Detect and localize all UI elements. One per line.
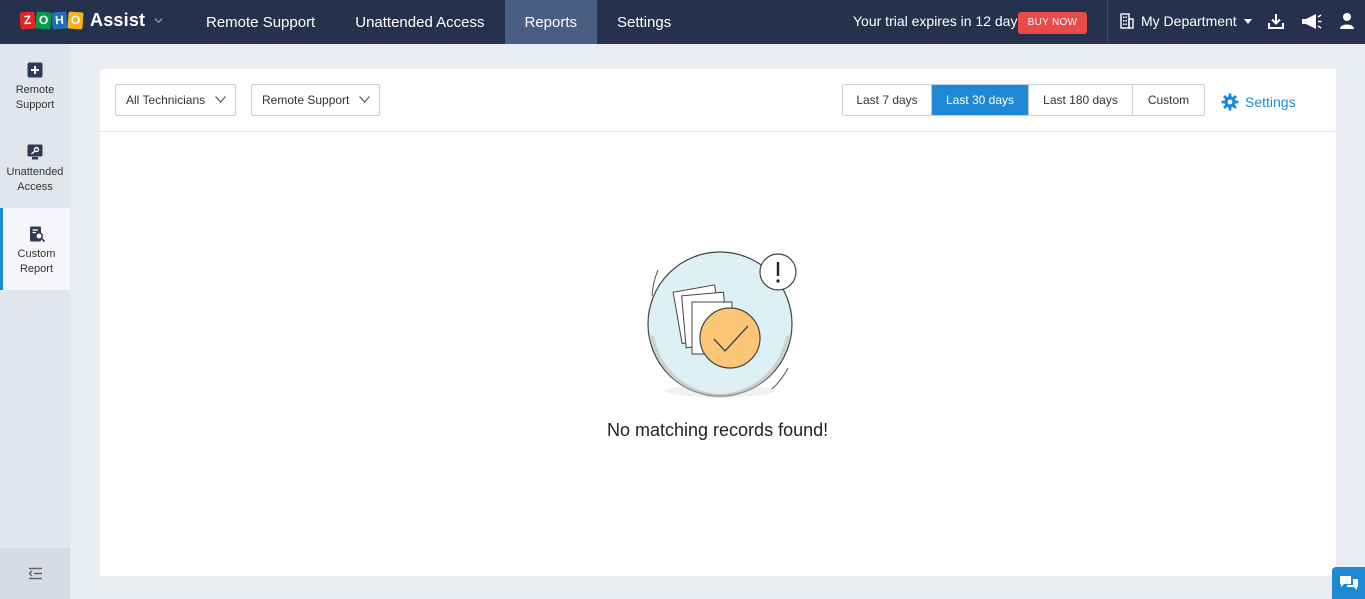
caret-down-icon xyxy=(1243,18,1252,24)
nav-reports[interactable]: Reports xyxy=(504,0,598,44)
date-range-toggle: Last 7 days Last 30 days Last 180 days C… xyxy=(842,84,1205,116)
sidebar-item-label: Report xyxy=(19,263,54,275)
megaphone-icon[interactable] xyxy=(1300,12,1322,30)
sidebar-item-unattended-access[interactable]: Unattended Access xyxy=(0,126,70,208)
chevron-down-icon xyxy=(359,96,370,103)
department-label: My Department xyxy=(1141,13,1237,29)
session-type-filter-select[interactable]: Remote Support xyxy=(251,84,380,116)
empty-state-message: No matching records found! xyxy=(607,420,829,440)
technician-filter-value: All Technicians xyxy=(126,93,206,107)
chevron-down-icon xyxy=(215,96,226,103)
sidebar-collapse-bar[interactable] xyxy=(0,548,70,599)
sidebar-item-label: Support xyxy=(15,99,55,111)
top-bar: Z O H O Assist Remote Support Unattended… xyxy=(0,0,1365,44)
technician-filter-select[interactable]: All Technicians xyxy=(115,84,236,116)
plus-square-icon xyxy=(27,62,43,78)
gear-icon xyxy=(1221,93,1239,111)
department-selector[interactable]: My Department xyxy=(1120,13,1252,29)
main-nav: Remote Support Unattended Access Reports… xyxy=(186,0,691,44)
nav-unattended-access[interactable]: Unattended Access xyxy=(335,0,504,44)
range-last-180-days[interactable]: Last 180 days xyxy=(1029,85,1133,115)
session-type-filter-value: Remote Support xyxy=(262,93,350,107)
nav-settings[interactable]: Settings xyxy=(597,0,691,44)
app-logo[interactable]: Z O H O Assist xyxy=(19,10,146,31)
user-avatar-icon[interactable] xyxy=(1339,12,1355,30)
nav-remote-support[interactable]: Remote Support xyxy=(186,0,335,44)
download-icon[interactable] xyxy=(1267,12,1285,30)
collapse-sidebar-icon[interactable] xyxy=(28,567,43,580)
range-custom[interactable]: Custom xyxy=(1133,85,1204,115)
app-switcher-chevron-icon[interactable] xyxy=(154,16,163,25)
no-records-illustration-icon xyxy=(647,251,797,399)
report-filter-bar: All Technicians Remote Support Last 7 da… xyxy=(100,69,1336,132)
settings-link-label: Settings xyxy=(1245,94,1296,110)
sidebar-item-label: Access xyxy=(17,181,53,193)
sidebar-item-label: Custom xyxy=(17,248,56,260)
report-settings-link[interactable]: Settings xyxy=(1221,93,1296,111)
building-icon xyxy=(1120,13,1134,29)
report-search-icon xyxy=(29,226,45,243)
chat-support-button[interactable] xyxy=(1332,567,1365,599)
sidebar-item-label: Remote xyxy=(15,84,55,96)
range-last-7-days[interactable]: Last 7 days xyxy=(843,85,932,115)
trial-notice: Your trial expires in 12 days. xyxy=(853,13,1029,29)
sidebar-item-custom-report[interactable]: Custom Report xyxy=(0,208,70,290)
sidebar-item-remote-support[interactable]: Remote Support xyxy=(0,44,70,126)
zoho-logo: Z O H O xyxy=(19,11,84,30)
key-monitor-icon xyxy=(27,144,43,160)
topbar-divider xyxy=(1107,0,1108,44)
left-sidebar: Remote Support Unattended Access Custom … xyxy=(0,44,70,599)
range-last-30-days[interactable]: Last 30 days xyxy=(932,85,1029,115)
sidebar-item-label: Unattended xyxy=(6,166,64,178)
buy-now-button[interactable]: BUY NOW xyxy=(1018,12,1087,34)
chat-bubbles-icon xyxy=(1340,576,1358,590)
brand-name: Assist xyxy=(90,10,146,30)
